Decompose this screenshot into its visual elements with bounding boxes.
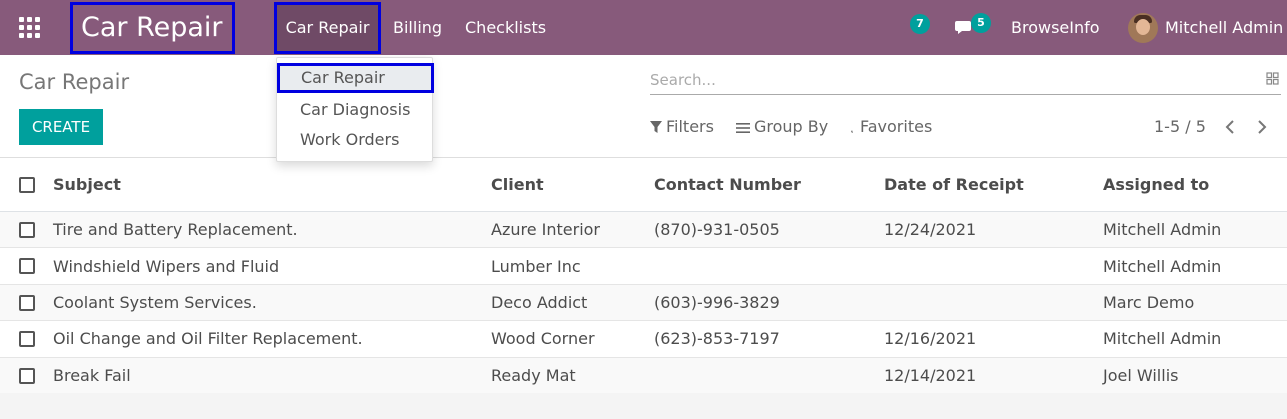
top-navbar: Car Repair Car Repair Billing Checklists… <box>0 0 1287 55</box>
menu-billing[interactable]: Billing <box>393 0 442 55</box>
cell-client: Azure Interior <box>491 220 601 240</box>
list-view: Subject Client Contact Number Date of Re… <box>0 158 1287 394</box>
cell-client: Lumber Inc <box>491 256 581 276</box>
pager-next-icon[interactable] <box>1255 118 1269 136</box>
menu-car-repair[interactable]: Car Repair <box>274 2 381 54</box>
search-panel-toggle-icon[interactable] <box>1266 72 1279 85</box>
table-header: Subject Client Contact Number Date of Re… <box>0 158 1287 212</box>
cell-client: Wood Corner <box>491 329 595 349</box>
search-input[interactable] <box>650 68 1250 92</box>
cell-contact-number: (603)-996-3829 <box>654 292 780 312</box>
table-row[interactable]: Tire and Battery Replacement. Azure Inte… <box>0 212 1287 249</box>
cell-subject: Coolant System Services. <box>53 292 257 312</box>
cell-date-of-receipt: 12/14/2021 <box>884 365 977 385</box>
pager-value[interactable]: 1-5 / 5 <box>1154 116 1206 138</box>
table-row[interactable]: Break Fail Ready Mat 12/14/2021 Joel Wil… <box>0 357 1287 394</box>
cell-contact-number: (870)-931-0505 <box>654 220 780 240</box>
list-footer-area <box>0 393 1287 419</box>
favorites-label: Favorites <box>860 117 933 136</box>
cell-date-of-receipt: 12/24/2021 <box>884 220 977 240</box>
search-bar <box>650 66 1281 95</box>
create-button[interactable]: CREATE <box>19 109 103 145</box>
cell-subject: Tire and Battery Replacement. <box>53 220 298 240</box>
cell-assigned-to: Mitchell Admin <box>1103 220 1222 240</box>
company-switcher[interactable]: BrowseInfo <box>1011 0 1100 55</box>
filters-label: Filters <box>666 117 714 136</box>
table-row[interactable]: Coolant System Services. Deco Addict (60… <box>0 284 1287 322</box>
app-brand[interactable]: Car Repair <box>70 2 235 54</box>
column-assigned-to[interactable]: Assigned to <box>1103 158 1209 211</box>
column-subject[interactable]: Subject <box>53 158 121 211</box>
cell-assigned-to: Mitchell Admin <box>1103 256 1222 276</box>
cell-date-of-receipt: 12/16/2021 <box>884 329 977 349</box>
row-checkbox[interactable] <box>19 258 35 275</box>
row-checkbox[interactable] <box>19 367 35 384</box>
row-checkbox[interactable] <box>19 331 35 348</box>
filters-button[interactable]: Filters <box>650 116 714 138</box>
table-row[interactable]: Windshield Wipers and Fluid Lumber Inc M… <box>0 248 1287 285</box>
table-row[interactable]: Oil Change and Oil Filter Replacement. W… <box>0 321 1287 358</box>
filter-icon <box>650 121 662 133</box>
star-icon <box>851 130 853 133</box>
column-contact-number[interactable]: Contact Number <box>654 158 801 211</box>
cell-client: Ready Mat <box>491 365 576 385</box>
car-repair-dropdown-menu: Car Repair Car Diagnosis Work Orders <box>276 57 434 162</box>
cell-assigned-to: Mitchell Admin <box>1103 329 1222 349</box>
cell-assigned-to: Joel Willis <box>1103 365 1179 385</box>
cell-subject: Windshield Wipers and Fluid <box>53 256 280 276</box>
group-by-label: Group By <box>754 117 829 136</box>
cell-subject: Break Fail <box>53 365 131 385</box>
cell-assigned-to: Marc Demo <box>1103 292 1195 312</box>
dropdown-item-work-orders[interactable]: Work Orders <box>277 125 434 155</box>
column-date-of-receipt[interactable]: Date of Receipt <box>884 158 1024 211</box>
group-by-icon <box>736 123 750 133</box>
apps-menu-icon[interactable] <box>19 17 41 38</box>
group-by-button[interactable]: Group By <box>736 116 828 138</box>
activity-badge[interactable]: 7 <box>910 14 930 34</box>
user-menu[interactable]: Mitchell Admin <box>1165 0 1283 55</box>
row-checkbox[interactable] <box>19 294 35 311</box>
cell-subject: Oil Change and Oil Filter Replacement. <box>53 329 363 349</box>
cell-client: Deco Addict <box>491 292 588 312</box>
row-checkbox[interactable] <box>19 222 35 238</box>
menu-checklists[interactable]: Checklists <box>465 0 546 55</box>
cell-contact-number: (623)-853-7197 <box>654 329 780 349</box>
page-title: Car Repair <box>19 70 130 94</box>
select-all-checkbox[interactable] <box>19 177 35 193</box>
dropdown-item-car-diagnosis[interactable]: Car Diagnosis <box>277 95 434 125</box>
user-avatar[interactable] <box>1128 13 1158 43</box>
pager-previous-icon[interactable] <box>1223 118 1237 136</box>
table-body: Tire and Battery Replacement. Azure Inte… <box>0 212 1287 394</box>
dropdown-item-car-repair[interactable]: Car Repair <box>277 63 434 93</box>
messages-badge[interactable]: 5 <box>971 13 991 33</box>
column-client[interactable]: Client <box>491 158 544 211</box>
favorites-button[interactable]: Favorites <box>850 116 932 138</box>
